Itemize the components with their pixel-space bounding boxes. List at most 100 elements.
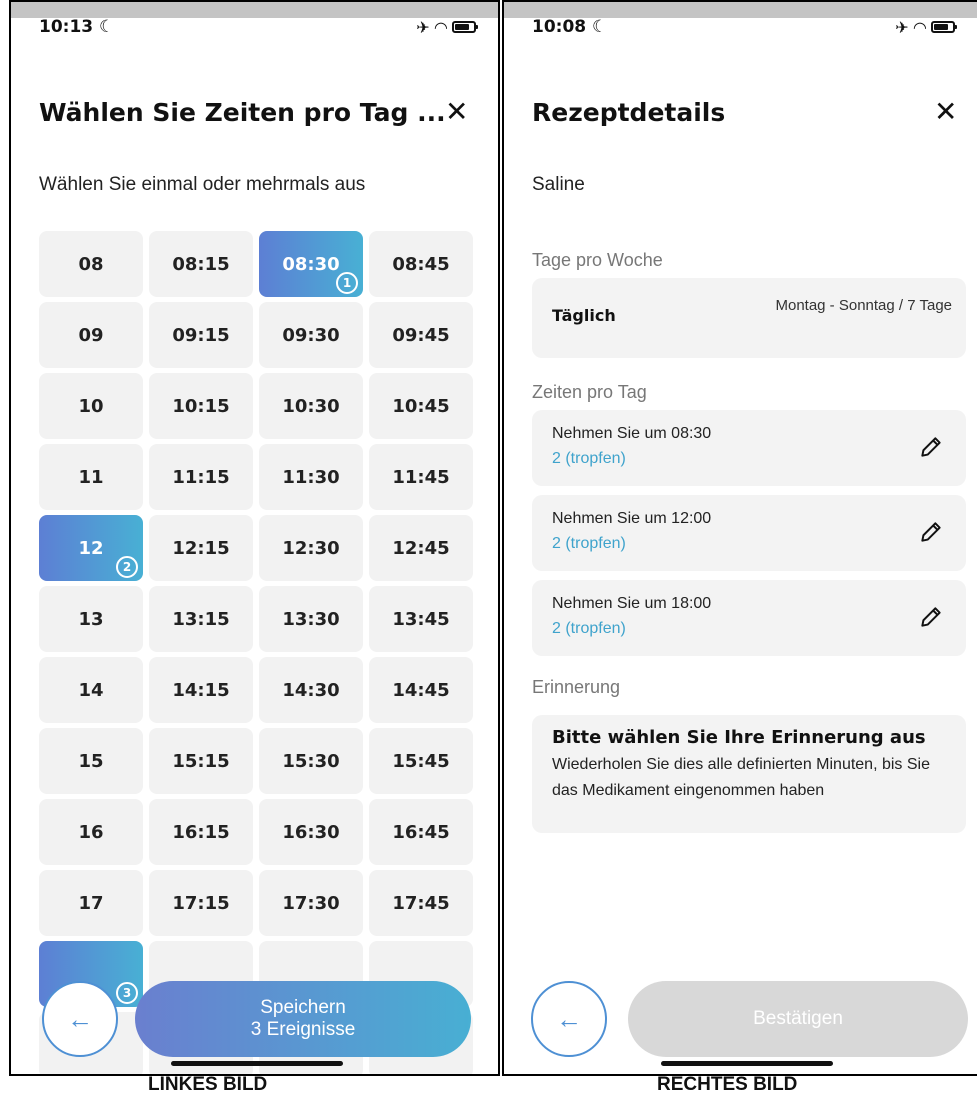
wifi-icon: ◠ bbox=[913, 17, 926, 37]
time-entry-dose: 2 (tropfen) bbox=[552, 620, 626, 637]
confirm-button[interactable]: Bestätigen bbox=[628, 981, 968, 1057]
time-slot-label: 12 bbox=[78, 537, 104, 559]
time-slot[interactable]: 17:45 bbox=[369, 870, 473, 936]
time-slot[interactable]: 12:45 bbox=[369, 515, 473, 581]
time-slot-label: 08:30 bbox=[282, 253, 340, 275]
time-slot[interactable]: 15:30 bbox=[259, 728, 363, 794]
time-slot[interactable]: 09 bbox=[39, 302, 143, 368]
battery-icon bbox=[931, 21, 957, 33]
time-slot[interactable]: 08:15 bbox=[149, 231, 253, 297]
time-entry-card[interactable]: Nehmen Sie um 08:30 2 (tropfen) bbox=[532, 410, 966, 486]
time-slot[interactable]: 12:15 bbox=[149, 515, 253, 581]
page-title: Wählen Sie Zeiten pro Tag ... bbox=[39, 98, 446, 127]
pencil-icon[interactable] bbox=[918, 519, 944, 545]
confirm-button-label: Bestätigen bbox=[753, 1008, 843, 1029]
time-slot[interactable]: 10 bbox=[39, 373, 143, 439]
days-per-week-card[interactable]: Täglich Montag - Sonntag / 7 Tage bbox=[532, 278, 966, 358]
selection-order-badge: 3 bbox=[116, 982, 138, 1004]
save-button-label: Speichern bbox=[260, 997, 346, 1018]
save-button[interactable]: Speichern 3 Ereignisse bbox=[135, 981, 471, 1057]
time-entry-text: Nehmen Sie um 08:30 bbox=[552, 425, 712, 442]
time-slot-label: 11:45 bbox=[392, 466, 450, 488]
time-slot[interactable]: 14:15 bbox=[149, 657, 253, 723]
time-slot[interactable]: 13:45 bbox=[369, 586, 473, 652]
back-button[interactable]: ← bbox=[531, 981, 607, 1057]
time-slot-label: 14:45 bbox=[392, 679, 450, 701]
time-slot[interactable]: 17 bbox=[39, 870, 143, 936]
time-slot-label: 11:30 bbox=[282, 466, 340, 488]
time-slot[interactable]: 08:30 1 bbox=[259, 231, 363, 297]
time-slot[interactable]: 10:30 bbox=[259, 373, 363, 439]
wifi-icon: ◠ bbox=[434, 17, 447, 37]
time-slot-label: 17:45 bbox=[392, 892, 450, 914]
pencil-icon[interactable] bbox=[918, 434, 944, 460]
time-slot[interactable]: 13 bbox=[39, 586, 143, 652]
time-slot-label: 11 bbox=[78, 466, 104, 488]
time-slot[interactable]: 12:30 bbox=[259, 515, 363, 581]
time-slot[interactable]: 11:15 bbox=[149, 444, 253, 510]
time-slot[interactable]: 12 2 bbox=[39, 515, 143, 581]
time-entry-card[interactable]: Nehmen Sie um 12:00 2 (tropfen) bbox=[532, 495, 966, 571]
time-slot[interactable]: 10:15 bbox=[149, 373, 253, 439]
days-per-week-label: Tage pro Woche bbox=[532, 250, 663, 270]
status-bar: 10:13 ☾ ✈ ◠ bbox=[39, 14, 478, 40]
time-slot[interactable]: 09:30 bbox=[259, 302, 363, 368]
right-caption: RECHTES BILD bbox=[657, 1074, 798, 1095]
right-screenshot: 10:08 ☾ ✈ ◠ Rezeptdetails ✕ Saline Tage … bbox=[502, 0, 977, 1076]
time-slot[interactable]: 14:30 bbox=[259, 657, 363, 723]
time-slot[interactable]: 15 bbox=[39, 728, 143, 794]
time-entry-card[interactable]: Nehmen Sie um 18:00 2 (tropfen) bbox=[532, 580, 966, 656]
time-slot-label: 15:45 bbox=[392, 750, 450, 772]
time-slot-label: 08:45 bbox=[392, 253, 450, 275]
back-button[interactable]: ← bbox=[42, 981, 118, 1057]
status-time: 10:13 bbox=[39, 17, 94, 37]
selection-order-badge: 2 bbox=[116, 556, 138, 578]
time-slot[interactable]: 09:45 bbox=[369, 302, 473, 368]
time-slot[interactable]: 15:45 bbox=[369, 728, 473, 794]
time-slot[interactable]: 10:45 bbox=[369, 373, 473, 439]
page-title: Rezeptdetails bbox=[532, 98, 726, 127]
time-slot[interactable]: 16:45 bbox=[369, 799, 473, 865]
time-slot-label: 15:15 bbox=[172, 750, 230, 772]
battery-icon bbox=[452, 21, 478, 33]
time-slot-label: 09:45 bbox=[392, 324, 450, 346]
time-slot-label: 08:15 bbox=[172, 253, 230, 275]
time-slot-label: 16:30 bbox=[282, 821, 340, 843]
pencil-icon[interactable] bbox=[918, 604, 944, 630]
time-slot[interactable]: 15:15 bbox=[149, 728, 253, 794]
close-icon[interactable]: ✕ bbox=[445, 94, 468, 130]
time-slot[interactable]: 16 bbox=[39, 799, 143, 865]
time-slot-label: 10:45 bbox=[392, 395, 450, 417]
time-slot[interactable]: 11:45 bbox=[369, 444, 473, 510]
time-slot-label: 14:15 bbox=[172, 679, 230, 701]
time-slot-label: 14 bbox=[78, 679, 104, 701]
time-slot-label: 08 bbox=[78, 253, 104, 275]
time-slot[interactable]: 14 bbox=[39, 657, 143, 723]
time-slot-label: 09:30 bbox=[282, 324, 340, 346]
time-slot[interactable]: 11:30 bbox=[259, 444, 363, 510]
time-slot[interactable]: 17:30 bbox=[259, 870, 363, 936]
time-slot-label: 15:30 bbox=[282, 750, 340, 772]
time-slot[interactable]: 16:15 bbox=[149, 799, 253, 865]
time-slot[interactable]: 09:15 bbox=[149, 302, 253, 368]
time-slot[interactable]: 08 bbox=[39, 231, 143, 297]
medication-name: Saline bbox=[532, 174, 585, 195]
reminder-card[interactable]: Bitte wählen Sie Ihre Erinnerung aus Wie… bbox=[532, 715, 966, 833]
time-slot[interactable]: 17:15 bbox=[149, 870, 253, 936]
time-slot-label: 16 bbox=[78, 821, 104, 843]
time-slot-label: 12:15 bbox=[172, 537, 230, 559]
time-slot[interactable]: 13:30 bbox=[259, 586, 363, 652]
time-slot[interactable]: 13:15 bbox=[149, 586, 253, 652]
reminder-title: Bitte wählen Sie Ihre Erinnerung aus bbox=[552, 727, 926, 748]
time-slot-label: 16:15 bbox=[172, 821, 230, 843]
time-slot[interactable]: 11 bbox=[39, 444, 143, 510]
time-slot[interactable]: 16:30 bbox=[259, 799, 363, 865]
time-slot[interactable]: 08:45 bbox=[369, 231, 473, 297]
selection-order-badge: 1 bbox=[336, 272, 358, 294]
close-icon[interactable]: ✕ bbox=[934, 94, 957, 130]
time-entry-text: Nehmen Sie um 12:00 bbox=[552, 510, 712, 527]
airplane-icon: ✈ bbox=[895, 17, 909, 37]
time-slot[interactable]: 14:45 bbox=[369, 657, 473, 723]
time-slot-label: 14:30 bbox=[282, 679, 340, 701]
days-value: Täglich bbox=[552, 306, 616, 325]
